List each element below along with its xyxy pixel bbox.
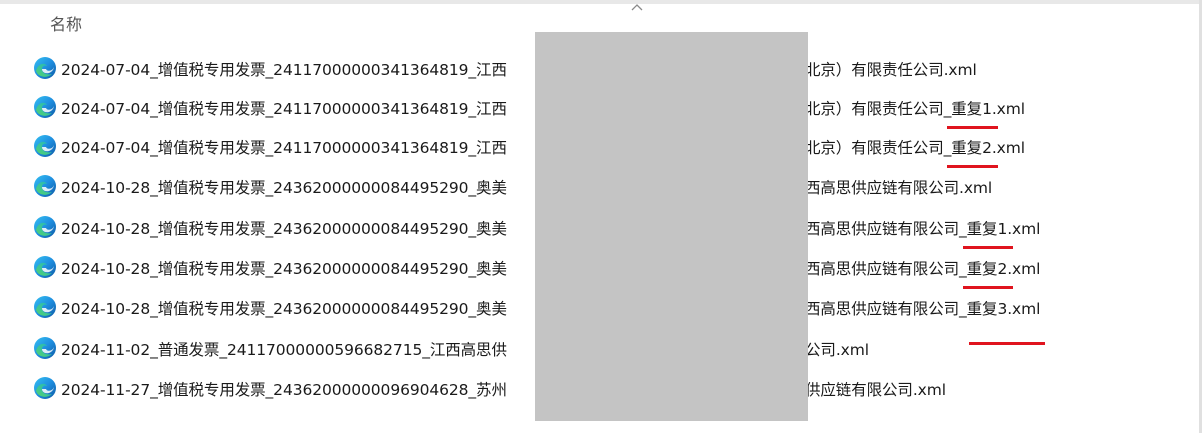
edge-icon — [34, 377, 56, 399]
file-extension: .xml — [991, 139, 1025, 157]
file-name-suffix: 西高思供应链有限公司_ — [805, 260, 967, 278]
file-name-suffix: 供应链有限公司 — [805, 381, 913, 399]
window-top-border — [0, 0, 1202, 4]
file-name-left: 2024-10-28_增值税专用发票_24362000000084495290_… — [61, 179, 507, 197]
file-name-right: 西高思供应链有限公司.xml — [805, 176, 992, 198]
file-name-left: 2024-07-04_增值税专用发票_24117000000341364819_… — [61, 139, 507, 157]
edge-icon — [34, 175, 56, 197]
file-name-right: 西高思供应链有限公司_重复3 .xml — [805, 297, 1046, 345]
edge-icon — [34, 135, 56, 157]
file-name-suffix: 北京）有限责任公司_ — [805, 100, 952, 118]
duplicate-marker: 重复1 — [947, 97, 998, 129]
file-name-suffix: 西高思供应链有限公司_ — [805, 220, 967, 238]
edge-icon — [34, 57, 56, 79]
file-name-left: 2024-10-28_增值税专用发票_24362000000084495290_… — [61, 260, 507, 278]
edge-icon — [34, 216, 56, 238]
redaction-block — [535, 32, 808, 421]
file-extension: .xml — [912, 381, 946, 399]
file-name-left: 2024-11-27_增值税专用发票_24362000000096904628_… — [61, 381, 507, 399]
file-name-right: 西高思供应链有限公司_重复1 .xml — [805, 217, 1041, 249]
file-name-right: 公司.xml — [805, 338, 869, 360]
file-extension: .xml — [959, 179, 993, 197]
file-name-suffix: 公司 — [805, 341, 836, 359]
file-name-suffix: 西高思供应链有限公司_ — [805, 300, 967, 318]
file-name-right: 供应链有限公司.xml — [805, 378, 946, 400]
file-name-right: 西高思供应链有限公司_重复2 .xml — [805, 257, 1041, 289]
file-extension: .xml — [835, 341, 869, 359]
duplicate-marker: 重复1 — [962, 217, 1014, 249]
edge-icon — [34, 337, 56, 359]
duplicate-marker: 重复2 — [947, 136, 998, 168]
edge-icon — [34, 96, 56, 118]
duplicate-label: 重复1 — [966, 220, 1008, 238]
edge-icon — [34, 296, 56, 318]
column-header-name[interactable]: 名称 — [50, 11, 82, 35]
duplicate-label: 重复2 — [966, 260, 1008, 278]
duplicate-label: 重复1 — [951, 100, 992, 118]
file-name-left: 2024-07-04_增值税专用发票_24117000000341364819_… — [61, 61, 507, 79]
edge-icon — [34, 256, 56, 278]
file-name-right: 北京）有限责任公司_重复2 .xml — [805, 136, 1025, 168]
duplicate-label: 重复2 — [951, 139, 992, 157]
file-extension: .xml — [1007, 260, 1041, 278]
file-extension: .xml — [1007, 220, 1041, 238]
file-name-left: 2024-11-02_普通发票_24117000000596682715_江西高… — [61, 341, 507, 359]
duplicate-marker: 重复3 — [966, 297, 1046, 345]
file-name-left: 2024-07-04_增值税专用发票_24117000000341364819_… — [61, 100, 507, 118]
file-name-right: 北京）有限责任公司.xml — [805, 58, 977, 80]
file-extension: .xml — [943, 61, 977, 79]
file-name-suffix: 西高思供应链有限公司 — [805, 179, 960, 197]
file-name-suffix: 北京）有限责任公司_ — [805, 139, 952, 157]
duplicate-label: 重复3 — [966, 300, 1008, 318]
duplicate-marker: 重复2 — [962, 257, 1014, 289]
file-name-left: 2024-10-28_增值税专用发票_24362000000084495290_… — [61, 220, 507, 238]
file-extension: .xml — [1007, 300, 1041, 318]
file-name-suffix: 北京）有限责任公司 — [805, 61, 944, 79]
file-name-left: 2024-10-28_增值税专用发票_24362000000084495290_… — [61, 300, 507, 318]
chevron-up-icon[interactable] — [630, 2, 644, 12]
file-name-right: 北京）有限责任公司_重复1 .xml — [805, 97, 1025, 129]
file-extension: .xml — [991, 100, 1025, 118]
